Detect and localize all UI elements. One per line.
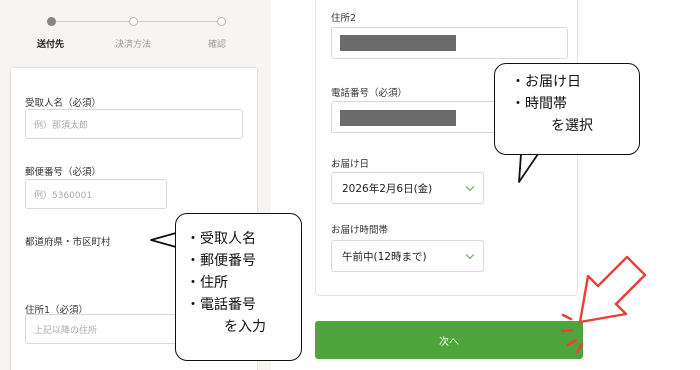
step-dot-shipping [47, 17, 56, 26]
bubble-line: ・お届け日 [511, 74, 581, 90]
annotation-bubble-select: ・お届け日 ・時間帯 を選択 [494, 63, 640, 155]
delivery-date-value: 2026年2月6日(金) [342, 182, 433, 195]
prefecture-city-label: 都道府県・市区町村 [25, 237, 111, 248]
delivery-date-select[interactable]: 2026年2月6日(金) [331, 172, 484, 204]
redacted-value [340, 35, 456, 51]
step-label-confirm: 確認 [208, 40, 227, 50]
phone-label: 電話番号（必須） [331, 88, 408, 99]
bubble-line: ・郵便番号 [186, 253, 256, 269]
address2-input[interactable] [331, 27, 568, 59]
step-label-shipping: 送付先 [37, 40, 65, 50]
bubble-line: ・住所 [186, 275, 228, 291]
address1-placeholder: 上記以降の住所 [34, 325, 98, 336]
bubble-line: を入力 [224, 319, 266, 335]
bubble-line: ・電話番号 [186, 297, 256, 313]
postal-code-label: 郵便番号（必須） [25, 167, 102, 178]
chevron-down-icon [465, 182, 475, 192]
checkout-stepper: 送付先 決済方法 確認 [0, 0, 271, 60]
delivery-time-select[interactable]: 午前中(12時まで) [331, 240, 484, 272]
bubble-line: ・時間帯 [511, 96, 567, 112]
postal-code-input[interactable]: 例）5360001 [25, 179, 167, 209]
next-button[interactable]: 次へ [315, 321, 583, 359]
step-label-payment: 決済方法 [115, 40, 152, 50]
address2-label: 住所2 [331, 13, 357, 24]
bubble-line: を選択 [551, 118, 593, 134]
redacted-value [340, 110, 456, 126]
recipient-name-label: 受取人名（必須） [25, 98, 102, 109]
bubble-line: ・受取人名 [186, 231, 256, 247]
delivery-date-label: お届け日 [331, 159, 370, 170]
recipient-name-input[interactable]: 例）那須太郎 [25, 109, 243, 139]
red-arrow-icon [578, 255, 647, 324]
stepper-line-1 [51, 21, 133, 22]
annotation-bubble-input: ・受取人名 ・郵便番号 ・住所 ・電話番号 を入力 [175, 213, 302, 361]
delivery-time-value: 午前中(12時まで) [342, 250, 427, 263]
chevron-down-icon [465, 250, 475, 260]
postal-code-placeholder: 例）5360001 [34, 190, 93, 201]
stepper-line-2 [133, 21, 221, 22]
step-dot-confirm [217, 17, 226, 26]
step-dot-payment [129, 17, 138, 26]
delivery-time-label: お届け時間帯 [331, 225, 389, 236]
recipient-name-placeholder: 例）那須太郎 [34, 120, 89, 131]
